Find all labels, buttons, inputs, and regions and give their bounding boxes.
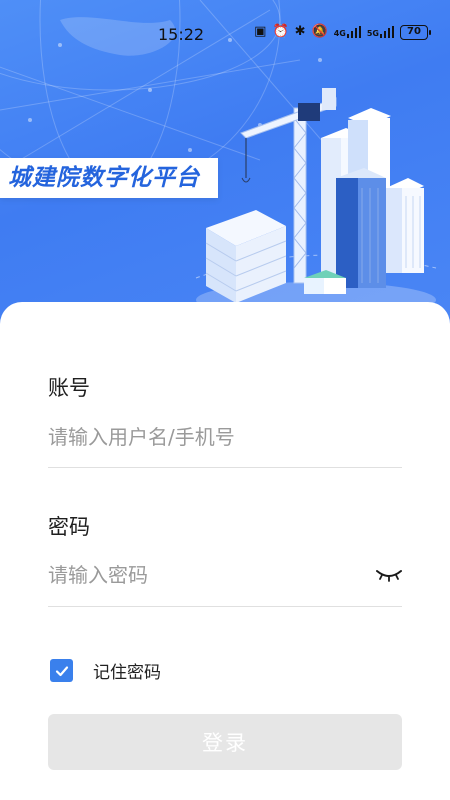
battery-icon: 70 [400,24,431,40]
signal-5g-icon: 5G [367,26,394,38]
account-input[interactable] [48,417,402,457]
mute-icon: 🔕 [311,24,328,39]
password-label: 密码 [48,515,90,539]
status-time: 15:22 [158,25,205,44]
app-title: 城建院数字化平台 [0,158,218,198]
signal-4g-icon: 4G [334,26,361,38]
remember-checkbox[interactable] [50,659,73,682]
check-icon [55,665,68,676]
bluetooth-icon: ✱ [294,24,306,39]
status-bar: 15:22 ▣ ⏰ ✱ 🔕 4G 5G 70 [0,0,450,68]
password-input[interactable] [48,555,368,595]
eye-closed-icon[interactable] [374,565,404,585]
remember-label: 记住密码 [93,663,161,683]
alarm-icon: ⏰ [272,24,289,39]
login-button[interactable]: 登录 [48,714,402,770]
password-underline [48,606,402,607]
account-underline [48,467,402,468]
account-label: 账号 [48,376,90,400]
nfc-icon: ▣ [254,24,267,39]
status-icons: ▣ ⏰ ✱ 🔕 4G 5G 70 [254,24,431,40]
construction-illustration [195,88,437,318]
remember-password-row[interactable]: 记住密码 [50,658,161,683]
